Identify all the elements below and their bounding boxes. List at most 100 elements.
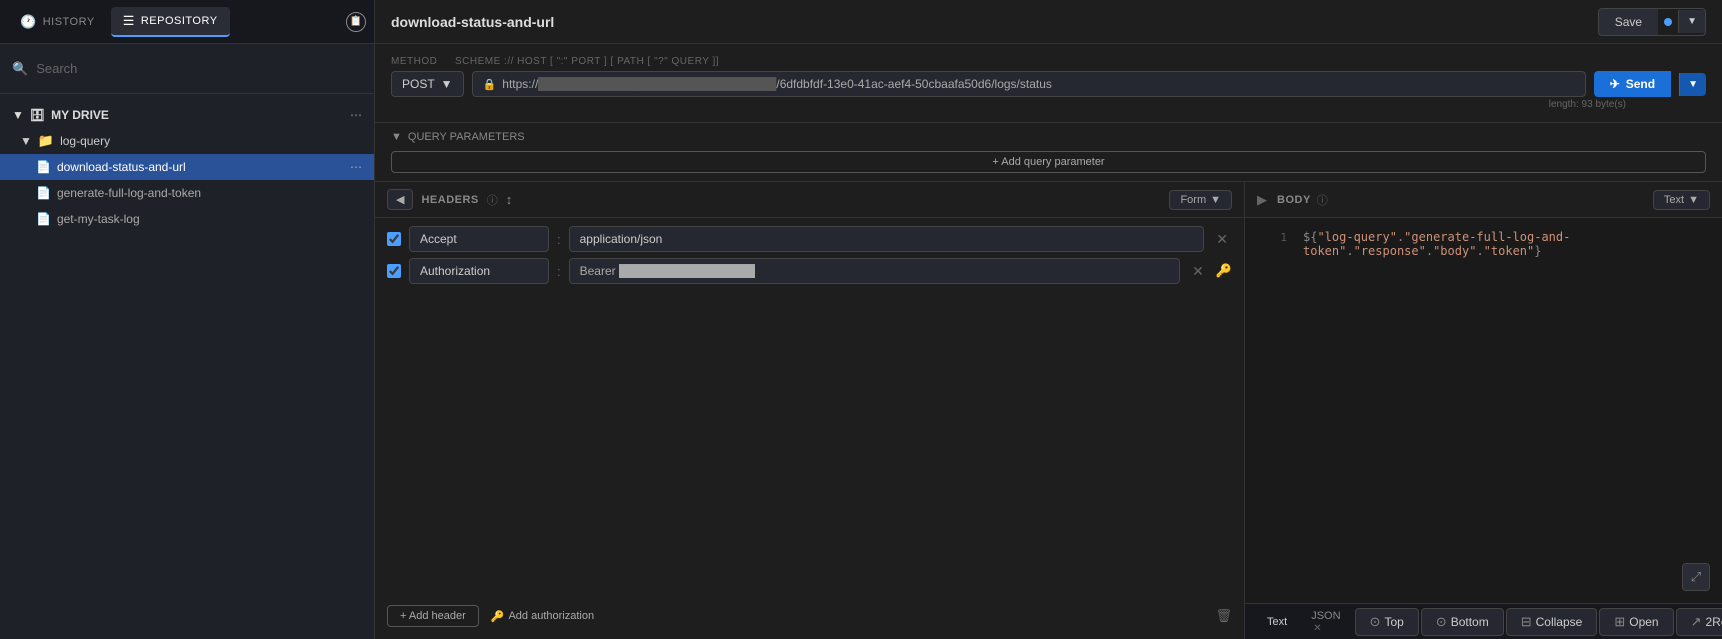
add-authorization-button[interactable]: 🔑 Add authorization (491, 610, 594, 623)
bottom-label: Bottom (1451, 615, 1489, 629)
code-line-1: 1 ${"log-query"."generate-full-log-and-t… (1245, 230, 1722, 258)
tab-repository-label: REPOSITORY (141, 15, 218, 27)
save-btn-group: Save ▼ (1598, 8, 1706, 36)
method-value: POST (402, 77, 435, 91)
top-label: Top (1384, 615, 1403, 629)
send-label: Send (1626, 77, 1655, 91)
chevron-down-icon: ▼ (20, 134, 32, 148)
header-value-1[interactable] (569, 226, 1205, 252)
open-label: Open (1629, 615, 1658, 629)
body-info-icon[interactable]: ⓘ (1317, 192, 1328, 208)
page-title: download-status-and-url (391, 14, 1586, 30)
expand-icon[interactable]: ▶ (1257, 192, 1267, 208)
file-item-download-status-and-url[interactable]: 📄 download-status-and-url ⋯ (0, 154, 374, 180)
code-content-1: ${"log-query"."generate-full-log-and-tok… (1303, 230, 1710, 258)
header-key-1[interactable] (409, 226, 549, 252)
lock-icon: 🔒 (483, 78, 497, 91)
add-query-param-button[interactable]: + Add query parameter (391, 151, 1706, 173)
file-label: download-status-and-url (57, 160, 186, 174)
key-small-icon: 🔑 (491, 610, 505, 623)
query-params-label: QUERY PARAMETERS (408, 131, 525, 143)
2request-button[interactable]: ↗ 2Request (1676, 608, 1722, 636)
key-icon[interactable]: 🔑 (1216, 263, 1232, 279)
sidebar-search-bar: 🔍 (0, 44, 374, 94)
save-button[interactable]: Save (1599, 9, 1658, 35)
headers-panel: ◀ HEADERS ⓘ ↕ Form ▼ : ✕ (375, 182, 1245, 639)
fullscreen-button[interactable]: ⤢ (1682, 563, 1710, 591)
code-area: 1 ${"log-query"."generate-full-log-and-t… (1245, 218, 1722, 603)
top-bar: download-status-and-url Save ▼ (375, 0, 1722, 44)
method-select[interactable]: POST ▼ (391, 71, 464, 97)
header-checkbox-2[interactable] (387, 264, 401, 278)
folder-log-query[interactable]: ▼ 📁 log-query ⋯ (0, 128, 374, 154)
collapse-button[interactable]: ⊟ Collapse (1506, 608, 1598, 636)
body-label: BODY (1277, 194, 1311, 206)
body-toolbar: ▶ BODY ⓘ Text ▼ (1245, 182, 1722, 218)
header-colon-2: : (557, 264, 561, 279)
table-row: : ✕ 🔑 (387, 258, 1232, 284)
collapse-icon: ⊟ (1521, 614, 1532, 630)
request-area: METHOD SCHEME :// HOST [ ":" PORT ] [ PA… (375, 44, 1722, 123)
method-label: METHOD (391, 56, 451, 67)
bottom-scroll-button[interactable]: ⊙ Bottom (1421, 608, 1504, 636)
url-length: length: 93 byte(s) (391, 99, 1706, 110)
bottom-tab-json-close[interactable]: ✕ (1313, 623, 1321, 634)
header-key-2[interactable] (409, 258, 549, 284)
top-icon: ⊙ (1370, 614, 1381, 630)
search-input[interactable] (36, 61, 362, 76)
save-dropdown-button[interactable]: ▼ (1678, 10, 1705, 33)
file-icon: 📄 (36, 186, 51, 200)
query-params-row[interactable]: ▼ QUERY PARAMETERS (375, 123, 1722, 151)
url-label: SCHEME :// HOST [ ":" PORT ] [ PATH [ "?… (455, 56, 1706, 67)
bottom-tab-text[interactable]: Text (1257, 612, 1297, 632)
top-button[interactable]: ⊙ Top (1355, 608, 1419, 636)
add-auth-label: Add authorization (508, 610, 594, 622)
repository-icon: ☰ (123, 13, 135, 29)
tab-badge[interactable]: 📋 (346, 12, 366, 32)
bottom-tab-text-label: Text (1267, 616, 1287, 628)
send-dropdown-button[interactable]: ▼ (1679, 73, 1706, 96)
open-button[interactable]: ⊞ Open (1599, 608, 1673, 636)
tab-history-label: HISTORY (43, 16, 95, 28)
open-icon: ⊞ (1614, 614, 1625, 630)
tab-repository[interactable]: ☰ REPOSITORY (111, 7, 230, 37)
file-label: generate-full-log-and-token (57, 186, 201, 200)
body-panel: ▶ BODY ⓘ Text ▼ 1 ${"log-query"."generat… (1245, 182, 1722, 639)
headers-info-icon[interactable]: ⓘ (487, 192, 498, 208)
text-format-button[interactable]: Text ▼ (1653, 190, 1710, 210)
bottom-tab-json-label: JSON (1311, 610, 1340, 622)
drive-label: MY DRIVE (51, 108, 109, 122)
drive-icon: 🗄 (30, 108, 45, 122)
collapse-left-button[interactable]: ◀ (387, 189, 413, 210)
header-checkbox-1[interactable] (387, 232, 401, 246)
header-remove-2[interactable]: ✕ (1188, 261, 1208, 282)
tab-history[interactable]: 🕐 HISTORY (8, 8, 107, 36)
url-bar[interactable]: 🔒 https://████████████████████████████/6… (472, 71, 1586, 97)
clear-headers-button[interactable]: 🗑 (1215, 608, 1232, 624)
bottom-tab-json[interactable]: JSON ✕ (1301, 606, 1350, 638)
add-header-button[interactable]: + Add header (387, 605, 479, 627)
sidebar: 🕐 HISTORY ☰ REPOSITORY 📋 🔍 ▼ 🗄 MY DRIVE … (0, 0, 375, 639)
headers-table: : ✕ : ✕ 🔑 (375, 218, 1244, 601)
2request-icon: ↗ (1691, 614, 1702, 630)
file-icon: 📄 (36, 212, 51, 226)
my-drive-header[interactable]: ▼ 🗄 MY DRIVE ⋯ (0, 102, 374, 128)
file-item-generate-full-log-and-token[interactable]: 📄 generate-full-log-and-token ⋯ (0, 180, 374, 206)
folder-icon: 📁 (38, 133, 54, 149)
file-item-get-my-task-log[interactable]: 📄 get-my-task-log ⋯ (0, 206, 374, 232)
bottom-actions: ⊙ Top ⊙ Bottom ⊟ Collapse ⊞ Open (1355, 608, 1722, 636)
send-button[interactable]: ✈ Send (1594, 71, 1671, 97)
drive-menu-icon[interactable]: ⋯ (350, 108, 362, 122)
form-dropdown-icon: ▼ (1210, 194, 1221, 206)
headers-toolbar: ◀ HEADERS ⓘ ↕ Form ▼ (375, 182, 1244, 218)
form-button[interactable]: Form ▼ (1169, 190, 1232, 210)
file-menu-icon[interactable]: ⋯ (350, 160, 362, 174)
sort-icon[interactable]: ↕ (506, 192, 513, 207)
header-remove-1[interactable]: ✕ (1212, 229, 1232, 250)
add-header-row: + Add header 🔑 Add authorization 🗑 (375, 601, 1244, 639)
collapse-label: Collapse (1536, 615, 1583, 629)
header-value-2[interactable] (569, 258, 1180, 284)
file-label: get-my-task-log (57, 212, 140, 226)
table-row: : ✕ (387, 226, 1232, 252)
sidebar-tabs: 🕐 HISTORY ☰ REPOSITORY 📋 (0, 0, 374, 44)
